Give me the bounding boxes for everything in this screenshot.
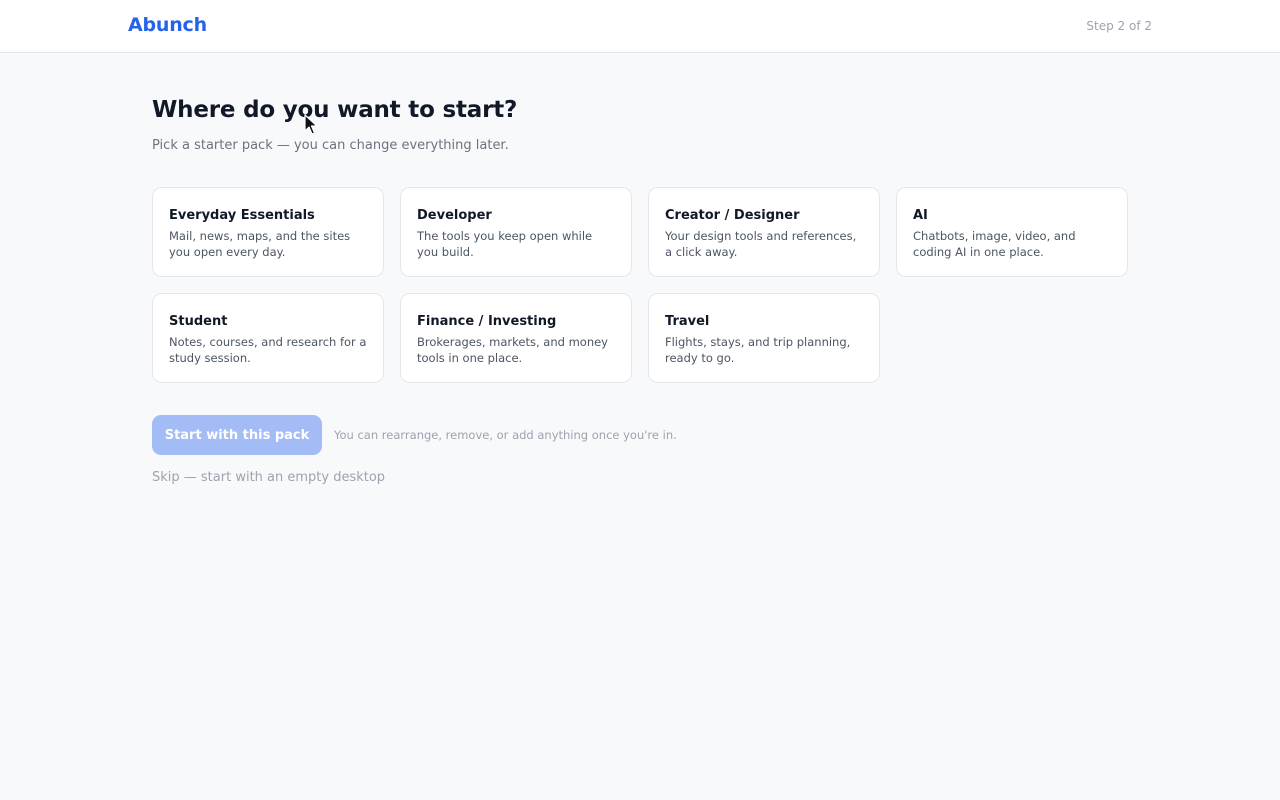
page-title: Where do you want to start? bbox=[152, 97, 518, 123]
top-bar: Abunch Step 2 of 2 bbox=[0, 0, 1280, 53]
pack-description: Chatbots, image, video, and coding AI in… bbox=[913, 229, 1076, 259]
app-logo[interactable]: Abunch bbox=[128, 14, 207, 36]
pack-card-developer[interactable]: Developer The tools you keep open while … bbox=[400, 187, 632, 277]
pack-card-creator-designer[interactable]: Creator / Designer Your design tools and… bbox=[648, 187, 880, 277]
action-row: Start with this pack You can rearrange, … bbox=[152, 415, 1132, 455]
pack-description: Flights, stays, and trip planning, ready… bbox=[665, 335, 851, 365]
skip-link[interactable]: Skip — start with an empty desktop bbox=[152, 470, 385, 485]
pack-description: The tools you keep open while you build. bbox=[417, 229, 593, 259]
pack-card-finance-investing[interactable]: Finance / Investing Brokerages, markets,… bbox=[400, 293, 632, 383]
pack-description: Your design tools and references, a clic… bbox=[665, 229, 857, 259]
pack-card-everyday-essentials[interactable]: Everyday Essentials Mail, news, maps, an… bbox=[152, 187, 384, 277]
pack-title: AI bbox=[913, 208, 928, 223]
pack-title: Travel bbox=[665, 314, 710, 329]
step-indicator: Step 2 of 2 bbox=[1086, 19, 1152, 33]
pack-title: Everyday Essentials bbox=[169, 208, 315, 223]
pack-card-ai[interactable]: AI Chatbots, image, video, and coding AI… bbox=[896, 187, 1128, 277]
main-content: Where do you want to start? Pick a start… bbox=[152, 95, 1132, 485]
pack-title: Student bbox=[169, 314, 228, 329]
pack-card-travel[interactable]: Travel Flights, stays, and trip planning… bbox=[648, 293, 880, 383]
start-with-pack-button[interactable]: Start with this pack bbox=[152, 415, 322, 455]
action-hint: You can rearrange, remove, or add anythi… bbox=[334, 428, 677, 442]
pack-description: Mail, news, maps, and the sites you open… bbox=[169, 229, 351, 259]
pack-card-student[interactable]: Student Notes, courses, and research for… bbox=[152, 293, 384, 383]
pack-title: Developer bbox=[417, 208, 492, 223]
pack-description: Notes, courses, and research for a study… bbox=[169, 335, 367, 365]
pack-title: Creator / Designer bbox=[665, 208, 800, 223]
pack-title: Finance / Investing bbox=[417, 314, 557, 329]
pack-description: Brokerages, markets, and money tools in … bbox=[417, 335, 608, 365]
page-subtitle: Pick a starter pack — you can change eve… bbox=[152, 138, 509, 153]
mouse-pointer-icon bbox=[304, 114, 318, 135]
pack-grid: Everyday Essentials Mail, news, maps, an… bbox=[152, 187, 1132, 383]
